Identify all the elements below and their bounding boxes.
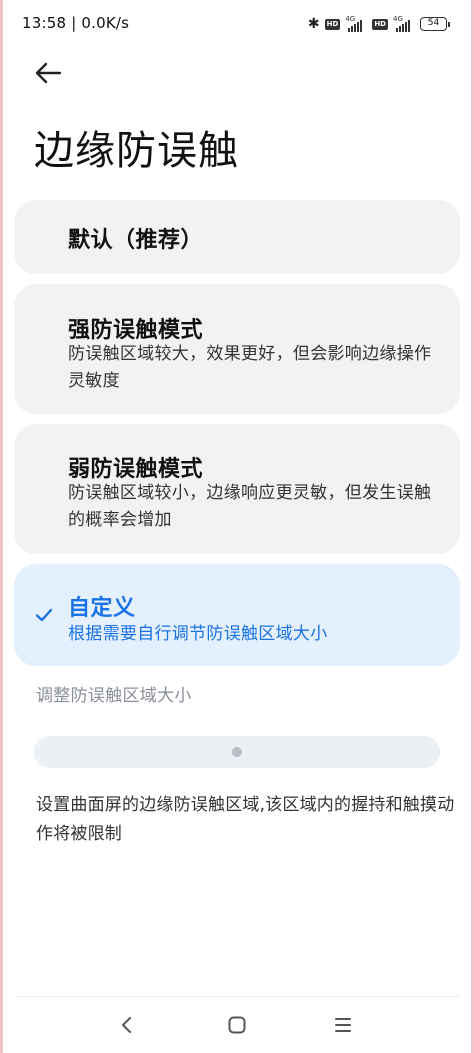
battery-level: 54 bbox=[420, 17, 447, 31]
status-icons: ✱ HD 4G HD 4G 54 bbox=[308, 14, 450, 34]
page-title: 边缘防误触 bbox=[34, 128, 239, 174]
option-custom[interactable]: 自定义 根据需要自行调节防误触区域大小 bbox=[14, 564, 460, 666]
frame-edge-left bbox=[0, 0, 3, 1053]
option-weak-title: 弱防误触模式 bbox=[68, 457, 204, 482]
signal-icon-2: 4G bbox=[393, 15, 415, 33]
menu-icon bbox=[335, 1018, 351, 1032]
nav-home-button[interactable] bbox=[222, 1010, 252, 1040]
option-weak-mode[interactable]: 弱防误触模式 防误触区域较小，边缘响应更灵敏，但发生误触的概率会增加 bbox=[14, 424, 460, 554]
nav-divider bbox=[14, 996, 460, 997]
chevron-left-icon bbox=[122, 1017, 131, 1033]
option-custom-title: 自定义 bbox=[68, 596, 136, 621]
option-default[interactable]: 默认（推荐） bbox=[14, 200, 460, 274]
option-default-title: 默认（推荐） bbox=[68, 228, 204, 253]
hd-badge-2: HD bbox=[372, 18, 388, 30]
status-bar: 13:58 | 0.0K/s ✱ HD 4G HD 4G 54 bbox=[0, 0, 474, 48]
footnote-text: 设置曲面屏的边缘防误触区域,该区域内的握持和触摸动作将被限制 bbox=[36, 795, 455, 844]
arrow-left-icon bbox=[35, 62, 62, 84]
hd-badge: HD bbox=[324, 18, 341, 30]
status-time-speed: 13:58 | 0.0K/s bbox=[22, 14, 130, 32]
back-button[interactable] bbox=[30, 56, 66, 90]
battery-icon: 54 bbox=[420, 17, 450, 31]
option-weak-description: 防误触区域较小，边缘响应更灵敏，但发生误触的概率会增加 bbox=[68, 483, 432, 530]
check-icon bbox=[35, 608, 53, 622]
adjust-label: 调整防误触区域大小 bbox=[36, 686, 192, 706]
nav-menu-button[interactable] bbox=[328, 1010, 358, 1040]
nav-back-button[interactable] bbox=[112, 1010, 142, 1040]
option-strong-mode[interactable]: 强防误触模式 防误触区域较大，效果更好，但会影响边缘操作灵敏度 bbox=[14, 284, 460, 414]
option-strong-description: 防误触区域较大，效果更好，但会影响边缘操作灵敏度 bbox=[68, 344, 432, 391]
slider-thumb[interactable] bbox=[232, 747, 242, 757]
signal-icon: 4G bbox=[345, 15, 367, 33]
option-strong-title: 强防误触模式 bbox=[68, 318, 204, 343]
square-icon bbox=[228, 1016, 246, 1034]
area-size-slider[interactable] bbox=[34, 736, 440, 768]
bluetooth-icon: ✱ bbox=[307, 16, 320, 32]
option-custom-description: 根据需要自行调节防误触区域大小 bbox=[68, 624, 328, 644]
